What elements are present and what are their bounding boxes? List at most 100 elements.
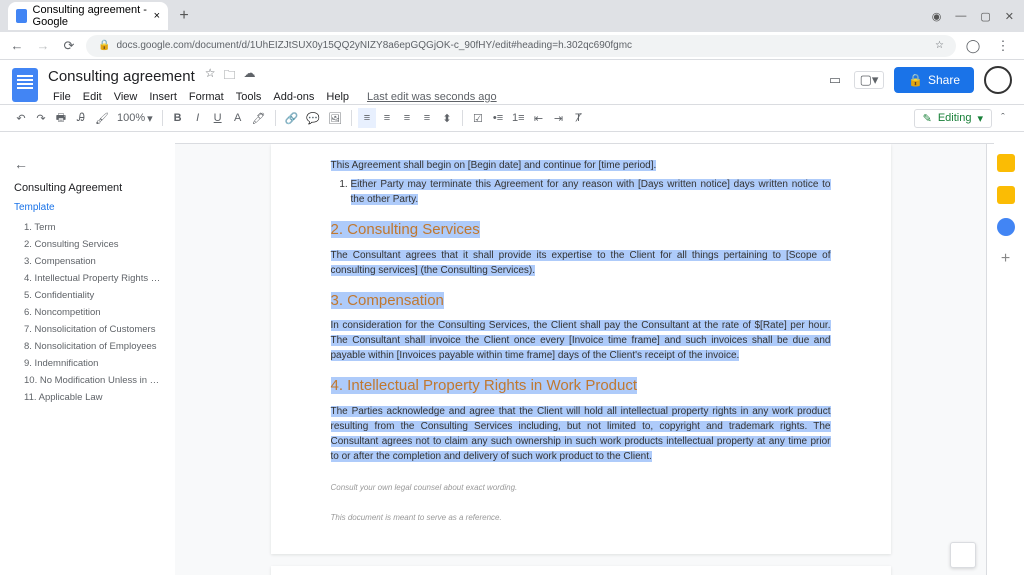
insert-image-button[interactable]: 🖼 — [325, 108, 345, 128]
minimize-icon[interactable]: — — [955, 10, 966, 23]
paint-format-button[interactable]: 🖌 — [92, 108, 112, 128]
redo-button[interactable]: ↷ — [32, 108, 50, 128]
page-1: This Agreement shall begin on [Begin dat… — [271, 144, 891, 554]
highlight-button[interactable]: 🖊 — [249, 108, 269, 128]
outline-back-button[interactable]: ← — [14, 156, 161, 172]
keep-icon[interactable] — [997, 186, 1015, 204]
print-button[interactable]: 🖶 — [52, 108, 70, 128]
close-tab-icon[interactable]: × — [154, 10, 160, 22]
numbered-list-button[interactable]: 1≡ — [509, 108, 528, 128]
selected-heading[interactable]: 2. Consulting Services — [331, 221, 480, 238]
outline-item[interactable]: 5. Confidentiality — [14, 287, 161, 304]
align-right-button[interactable]: ≡ — [398, 108, 416, 128]
browser-tab[interactable]: Consulting agreement - Google × — [8, 2, 168, 30]
outline-item[interactable]: 4. Intellectual Property Rights in... — [14, 270, 161, 287]
outline-item[interactable]: 9. Indemnification — [14, 355, 161, 372]
outline-item[interactable]: 2. Consulting Services — [14, 236, 161, 253]
checklist-button[interactable]: ☑ — [469, 108, 487, 128]
outline-item[interactable]: 6. Noncompetition — [14, 304, 161, 321]
line-spacing-button[interactable]: ⬍ — [438, 108, 456, 128]
url-text: docs.google.com/document/d/1UhEIZJtSUX0y… — [116, 40, 632, 51]
spellcheck-button[interactable]: Ꭿ — [72, 108, 90, 128]
add-comment-button[interactable]: 💬 — [303, 108, 323, 128]
reload-button[interactable]: ⟳ — [60, 37, 78, 55]
insert-link-button[interactable]: 🔗 — [282, 108, 302, 128]
comments-history-icon[interactable]: ▭ — [826, 71, 844, 89]
text-color-button[interactable]: A — [229, 108, 247, 128]
address-bar: ← → ⟳ 🔒 docs.google.com/document/d/1UhEI… — [0, 32, 1024, 60]
document-canvas[interactable]: This Agreement shall begin on [Begin dat… — [175, 144, 986, 575]
lock-icon: 🔒 — [98, 40, 110, 51]
star-icon[interactable]: ☆ — [935, 40, 944, 51]
selected-text[interactable]: In consideration for the Consulting Serv… — [331, 320, 831, 361]
menu-insert[interactable]: Insert — [144, 89, 182, 105]
selected-heading[interactable]: 4. Intellectual Property Rights in Work … — [331, 377, 638, 394]
undo-button[interactable]: ↶ — [12, 108, 30, 128]
docs-favicon — [16, 9, 27, 23]
editing-mode-select[interactable]: ✎ Editing ▾ — [914, 109, 992, 128]
menu-icon[interactable]: ⋮ — [994, 37, 1012, 55]
align-center-button[interactable]: ≡ — [378, 108, 396, 128]
close-icon[interactable]: ✕ — [1005, 10, 1014, 23]
docs-logo-icon[interactable] — [12, 68, 38, 102]
extension-icon[interactable]: ◉ — [932, 10, 942, 23]
collapse-toolbar-button[interactable]: ˆ — [994, 108, 1012, 128]
menu-view[interactable]: View — [109, 89, 143, 105]
outline-item[interactable]: 7. Nonsolicitation of Customers — [14, 321, 161, 338]
italic-button[interactable]: I — [189, 108, 207, 128]
account-icon[interactable]: ◯ — [964, 37, 982, 55]
maximize-icon[interactable]: ▢ — [980, 10, 990, 23]
increase-indent-button[interactable]: ⇥ — [550, 108, 568, 128]
selected-text[interactable]: The Consultant agrees that it shall prov… — [331, 250, 831, 276]
align-justify-button[interactable]: ≡ — [418, 108, 436, 128]
back-button[interactable]: ← — [8, 37, 26, 55]
underline-button[interactable]: U — [209, 108, 227, 128]
menu-tools[interactable]: Tools — [231, 89, 267, 105]
forward-button[interactable]: → — [34, 37, 52, 55]
menu-addons[interactable]: Add-ons — [268, 89, 319, 105]
outline-item[interactable]: 11. Applicable Law — [14, 389, 161, 406]
zoom-select[interactable]: 100%▾ — [114, 108, 156, 128]
tab-title: Consulting agreement - Google — [33, 4, 148, 28]
outline-item[interactable]: 1. Term — [14, 219, 161, 236]
selected-heading[interactable]: 3. Compensation — [331, 292, 444, 309]
add-addon-icon[interactable]: + — [997, 250, 1015, 268]
menu-format[interactable]: Format — [184, 89, 229, 105]
outline-template-heading[interactable]: Template — [14, 202, 161, 213]
new-tab-button[interactable]: + — [172, 4, 196, 28]
explore-button[interactable] — [950, 542, 976, 568]
account-avatar[interactable] — [984, 66, 1012, 94]
outline-item[interactable]: 10. No Modification Unless in W... — [14, 372, 161, 389]
document-title[interactable]: Consulting agreement — [48, 68, 195, 85]
clear-formatting-button[interactable]: Ⱦ — [570, 108, 588, 128]
outline-item[interactable]: 8. Nonsolicitation of Employees — [14, 338, 161, 355]
menu-edit[interactable]: Edit — [78, 89, 107, 105]
move-icon[interactable]: 🗀 — [224, 66, 236, 87]
footer-note: Consult your own legal counsel about exa… — [331, 482, 831, 494]
url-field[interactable]: 🔒 docs.google.com/document/d/1UhEIZJtSUX… — [86, 35, 956, 57]
tasks-icon[interactable] — [997, 218, 1015, 236]
selected-text[interactable]: This Agreement shall begin on [Begin dat… — [331, 160, 657, 171]
decrease-indent-button[interactable]: ⇤ — [530, 108, 548, 128]
last-edit-status[interactable]: Last edit was seconds ago — [362, 89, 502, 105]
outline-doc-title[interactable]: Consulting Agreement — [14, 182, 161, 194]
outline-item[interactable]: 3. Compensation — [14, 253, 161, 270]
selected-text[interactable]: Either Party may terminate this Agreemen… — [351, 179, 831, 205]
align-left-button[interactable]: ≡ — [358, 108, 376, 128]
ruler[interactable] — [175, 132, 994, 144]
calendar-icon[interactable] — [997, 154, 1015, 172]
selected-text[interactable]: The Parties acknowledge and agree that t… — [331, 406, 831, 462]
star-document-icon[interactable]: ☆ — [205, 66, 216, 87]
outline-items: 1. Term 2. Consulting Services 3. Compen… — [14, 219, 161, 406]
bold-button[interactable]: B — [169, 108, 187, 128]
document-outline: ← Consulting Agreement Template 1. Term … — [0, 144, 175, 575]
pencil-icon: ✎ — [923, 112, 932, 125]
bulleted-list-button[interactable]: •≡ — [489, 108, 507, 128]
present-icon[interactable]: ▢▾ — [854, 71, 884, 89]
menu-help[interactable]: Help — [321, 89, 354, 105]
share-button[interactable]: 🔒 Share — [894, 67, 974, 93]
footer-note: This document is meant to serve as a ref… — [331, 512, 831, 524]
menu-file[interactable]: File — [48, 89, 76, 105]
page-2: 5. Confidentiality The Consultant shall … — [271, 566, 891, 576]
lock-icon: 🔒 — [908, 73, 923, 87]
